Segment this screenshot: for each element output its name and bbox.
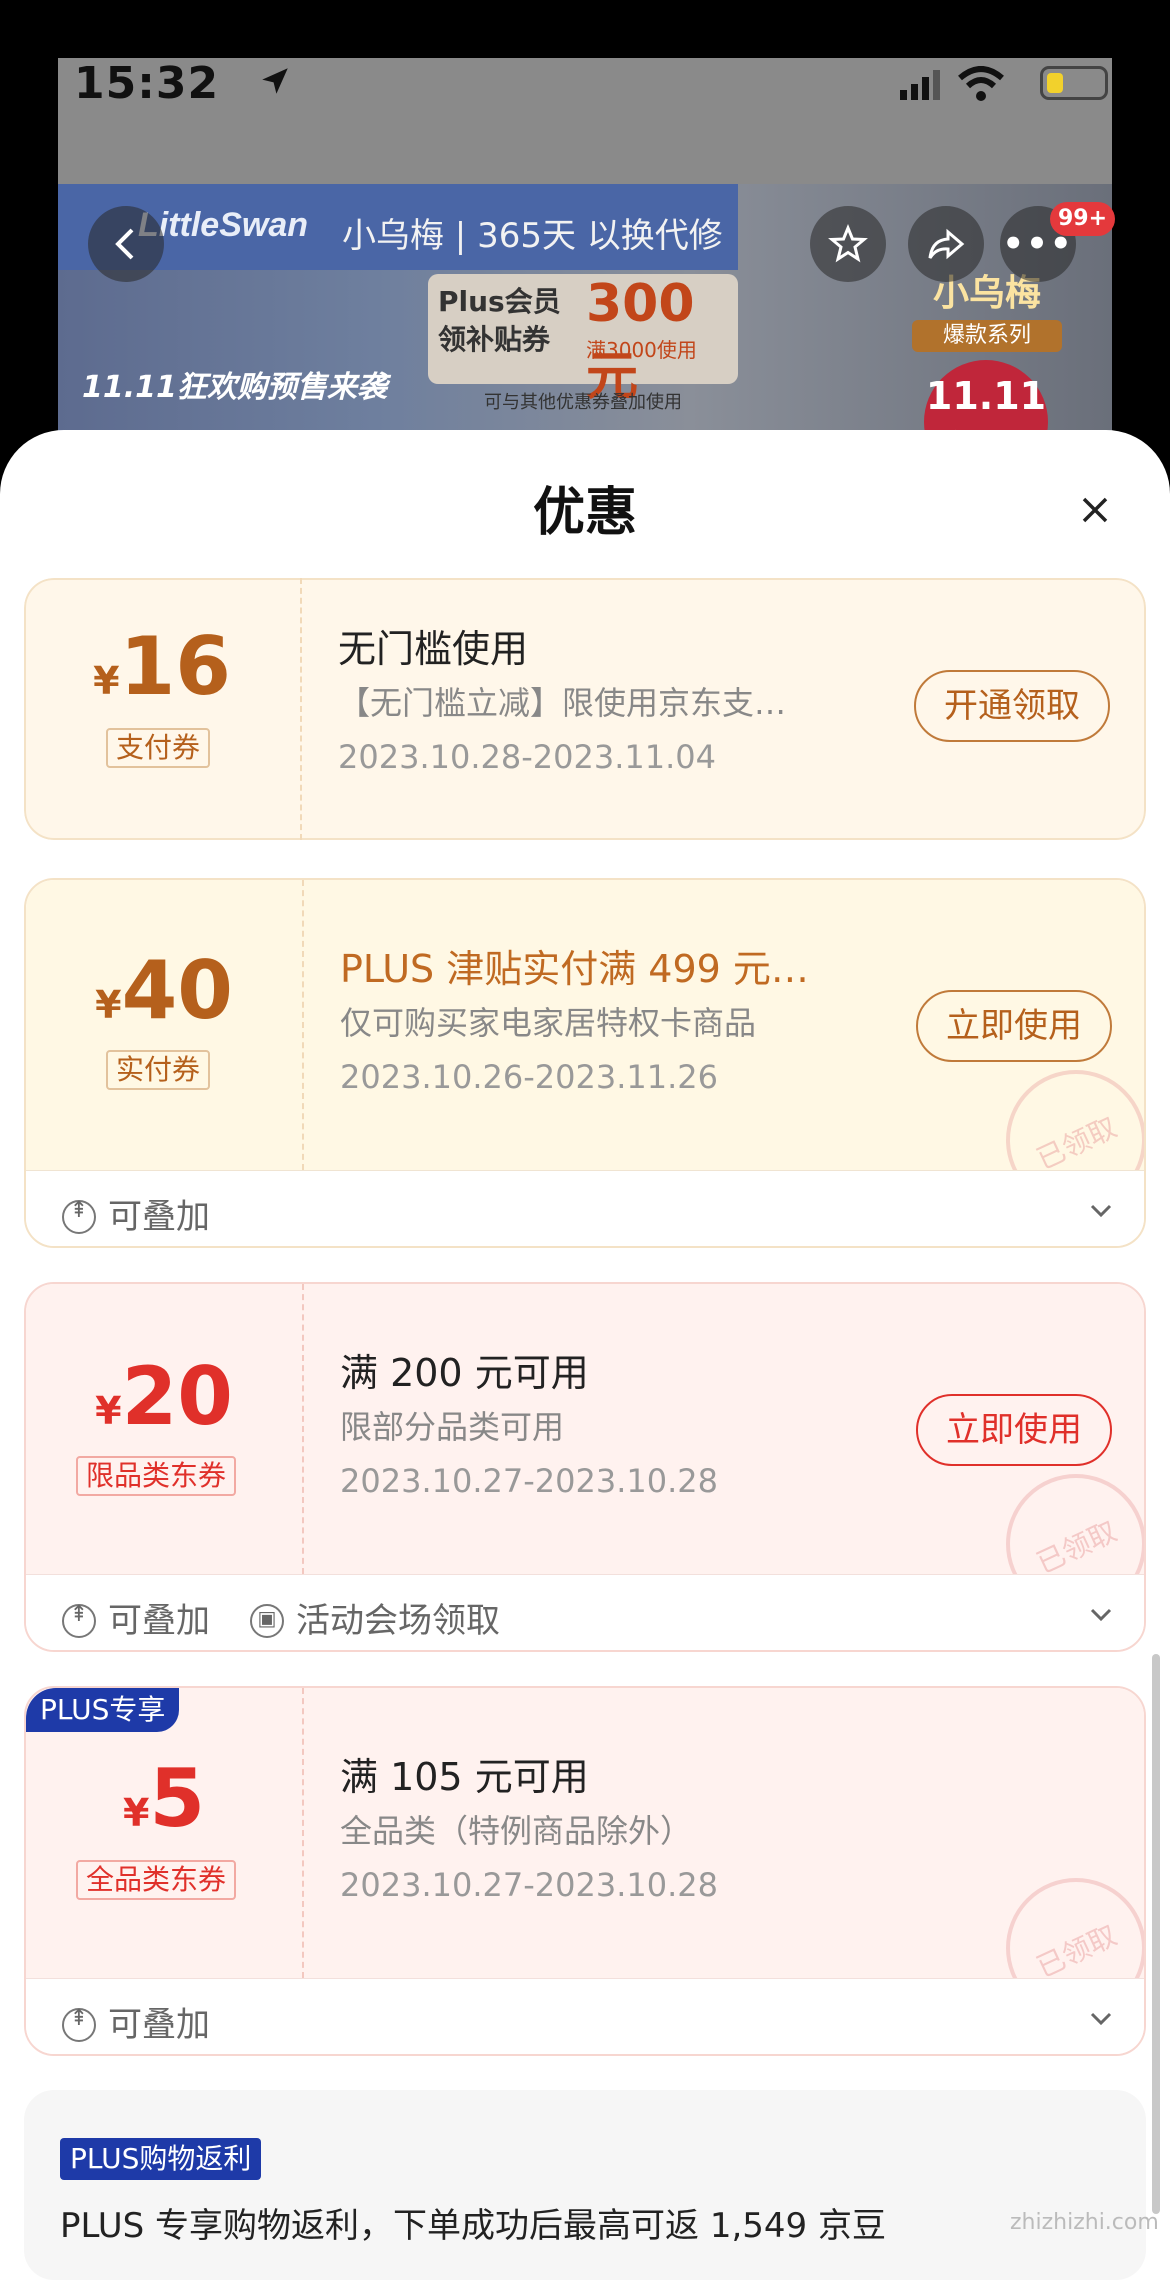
coupon-date: 2023.10.27-2023.10.28 [340, 1462, 718, 1500]
status-bar: 15:32 [58, 58, 1112, 122]
favorite-button[interactable] [810, 206, 886, 282]
activate-claim-button[interactable]: 开通领取 [914, 670, 1110, 742]
promo-note: 可与其他优惠券叠加使用 [484, 392, 682, 413]
coupon-footer[interactable]: 可叠加 [26, 1978, 1144, 2054]
coupon-date: 2023.10.26-2023.11.26 [340, 1058, 718, 1096]
coupon-type-tag: 全品类东券 [76, 1860, 237, 1900]
coupon-desc: 仅可购买家电家居特权卡商品 [340, 1004, 757, 1042]
stackable-icon [62, 2006, 96, 2042]
chevron-left-icon [115, 228, 134, 260]
plus-rebate-tag: PLUS购物返利 [60, 2138, 262, 2180]
stackable-label: 可叠加 [62, 1189, 210, 1238]
screen: 15:32 LittleSwan 小乌梅 | 365天 以换代修 Plus会员 … [0, 0, 1170, 2295]
coupon-card: ¥40 实付券 PLUS 津贴实付满 499 元… 仅可购买家电家居特权卡商品 … [24, 878, 1146, 1248]
stackable-label: 可叠加 [62, 1593, 210, 1642]
plus-promo-card: Plus会员 领补贴券 300元 满3000使用 可与其他优惠券叠加使用 [428, 274, 738, 413]
stackable-label: 可叠加 [62, 1997, 210, 2046]
plus-exclusive-badge: PLUS专享 [26, 1688, 180, 1732]
coupon-card: ¥20 限品类东券 满 200 元可用 限部分品类可用 2023.10.27-2… [24, 1282, 1146, 1652]
ticket-icon [250, 1604, 284, 1638]
coupon-title: 无门槛使用 [338, 627, 529, 671]
battery-icon [1040, 66, 1108, 100]
coupon-sheet: 优惠 ¥16 支付券 无门槛使用 【无门槛立减】限使用京东支… 2023.10.… [0, 430, 1170, 2295]
wifi-icon [958, 66, 1004, 101]
event-venue-label: 活动会场领取 [250, 1593, 500, 1642]
share-button[interactable] [908, 206, 984, 282]
coupon-desc: 限部分品类可用 [340, 1408, 565, 1446]
brand-slogan: 小乌梅 | 365天 以换代修 [342, 216, 723, 256]
message-count-badge: 99+ [1050, 202, 1116, 236]
badge-sub: 爆款系列 [912, 320, 1062, 352]
plus-rebate-card[interactable]: PLUS购物返利 PLUS 专享购物返利，下单成功后最高可返 1,549 京豆 [24, 2090, 1146, 2280]
use-now-button[interactable]: 立即使用 [916, 990, 1112, 1062]
coupon-amount: ¥20 [95, 1350, 233, 1443]
coupon-amount: ¥5 [122, 1752, 206, 1845]
plus-rebate-text: PLUS 专享购物返利，下单成功后最高可返 1,549 京豆 [60, 2206, 886, 2246]
coupon-date: 2023.10.27-2023.10.28 [340, 1866, 718, 1904]
share-icon [928, 228, 965, 260]
star-icon [828, 224, 868, 263]
chevron-down-icon[interactable] [1086, 1599, 1116, 1629]
status-time: 15:32 [74, 58, 220, 109]
coupon-amount: ¥16 [93, 620, 231, 713]
sheet-title: 优惠 [532, 483, 637, 543]
promo-condition: 满3000使用 [586, 338, 697, 362]
coupon-title: 满 105 元可用 [340, 1755, 589, 1799]
coupon-title: PLUS 津贴实付满 499 元… [340, 947, 809, 991]
promo-line1: Plus会员 [438, 285, 561, 318]
coupon-footer[interactable]: 可叠加 [26, 1170, 1144, 1246]
chevron-down-icon[interactable] [1086, 1195, 1116, 1225]
coupon-card: PLUS专享 ¥5 全品类东券 满 105 元可用 全品类（特例商品除外） 20… [24, 1686, 1146, 2056]
coupon-amount: ¥40 [95, 944, 233, 1037]
promo-line2: 领补贴券 [438, 323, 551, 356]
coupon-card: ¥16 支付券 无门槛使用 【无门槛立减】限使用京东支… 2023.10.28-… [24, 578, 1146, 840]
sale-text: 11.11狂欢购预售来袭 [82, 370, 387, 405]
coupon-title: 满 200 元可用 [340, 1351, 589, 1395]
use-now-button[interactable]: 立即使用 [916, 1394, 1112, 1466]
badge-1111: 11.11 [925, 374, 1047, 418]
cellular-signal-icon [900, 70, 940, 100]
stackable-icon [62, 1602, 96, 1638]
stackable-icon [62, 1198, 96, 1234]
coupon-desc: 【无门槛立减】限使用京东支… [338, 684, 787, 722]
close-icon[interactable] [1070, 485, 1120, 535]
watermark: zhizhizhi.com [1010, 2210, 1159, 2235]
scrollbar[interactable] [1152, 1654, 1160, 2214]
coupon-type-tag: 支付券 [106, 728, 211, 768]
coupon-desc: 全品类（特例商品除外） [340, 1812, 693, 1850]
location-arrow-icon [262, 68, 288, 94]
coupon-footer[interactable]: 可叠加 活动会场领取 [26, 1574, 1144, 1650]
coupon-date: 2023.10.28-2023.11.04 [338, 738, 716, 776]
coupon-type-tag: 实付券 [106, 1050, 211, 1090]
back-button[interactable] [88, 206, 164, 282]
coupon-type-tag: 限品类东券 [76, 1456, 237, 1496]
chevron-down-icon[interactable] [1086, 2003, 1116, 2033]
